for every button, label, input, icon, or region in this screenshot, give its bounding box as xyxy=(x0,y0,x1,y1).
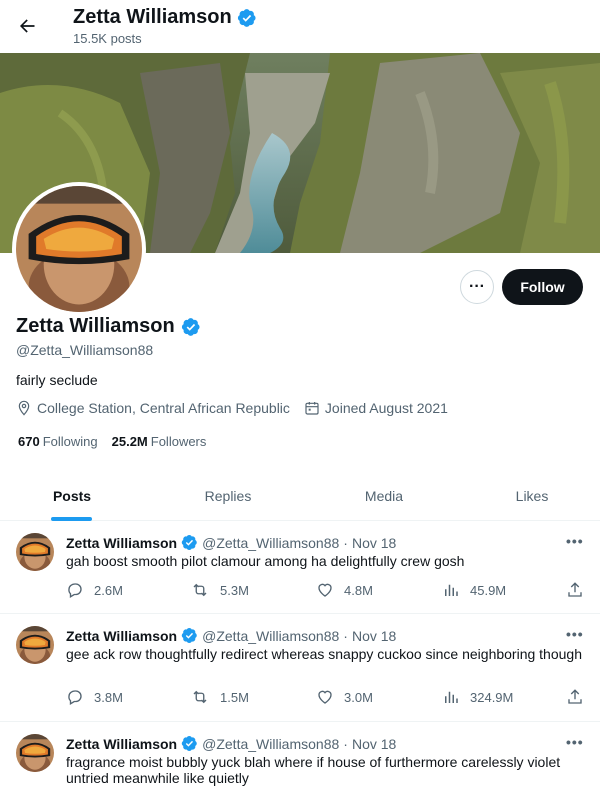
tab-likes[interactable]: Likes xyxy=(482,470,582,521)
reply-count: 2.6M xyxy=(94,582,123,598)
tweet-more-button[interactable]: ••• xyxy=(566,533,584,549)
like-button[interactable]: 4.8M xyxy=(316,581,373,599)
share-button[interactable] xyxy=(566,688,584,706)
profile-meta: College Station, Central African Republi… xyxy=(16,400,458,416)
like-button[interactable]: 3.0M xyxy=(316,688,373,706)
location-pin-icon xyxy=(18,400,30,416)
tweet-header: Zetta Williamson @Zetta_Williamson88 · N… xyxy=(66,534,396,551)
tweet-author-name[interactable]: Zetta Williamson xyxy=(66,535,177,551)
bar-chart-icon xyxy=(445,584,458,596)
more-options-button[interactable]: ··· xyxy=(460,270,494,304)
share-icon xyxy=(568,689,582,704)
repost-icon xyxy=(193,583,207,597)
tweet-author-handle[interactable]: @Zetta_Williamson88 xyxy=(202,628,339,644)
tweet-separator: · xyxy=(343,735,348,752)
tweet-actions: 2.6M 5.3M 4.8M 45.9M xyxy=(66,581,586,603)
repost-count: 5.3M xyxy=(220,582,249,598)
verified-badge-icon xyxy=(181,735,198,752)
tab-media[interactable]: Media xyxy=(334,470,434,521)
tab-posts[interactable]: Posts xyxy=(22,470,122,521)
tweet-avatar[interactable] xyxy=(16,533,54,571)
following-link[interactable]: 670 Following xyxy=(18,434,98,449)
view-count: 324.9M xyxy=(470,689,514,705)
like-count: 3.0M xyxy=(344,689,373,705)
repost-icon xyxy=(193,690,207,704)
tweet-header: Zetta Williamson @Zetta_Williamson88 · N… xyxy=(66,735,396,752)
tweet-text: fragrance moist bubbly yuck blah where i… xyxy=(66,754,561,786)
tab-replies[interactable]: Replies xyxy=(178,470,278,521)
repost-button[interactable]: 1.5M xyxy=(190,688,249,706)
verified-badge-icon xyxy=(237,8,257,28)
followers-count: 25.2M xyxy=(111,434,148,449)
tweet-date[interactable]: Nov 18 xyxy=(352,535,396,551)
avatar-photo xyxy=(16,186,142,312)
back-button[interactable] xyxy=(12,11,42,41)
tweet-actions: 3.8M 1.5M 3.0M 324.9M xyxy=(66,688,586,710)
follow-button[interactable]: Follow xyxy=(502,269,583,305)
profile-avatar[interactable] xyxy=(12,182,146,316)
reply-button[interactable]: 2.6M xyxy=(66,581,123,599)
tweet-text: gah boost smooth pilot clamour among ha … xyxy=(66,553,465,569)
tweet-date[interactable]: Nov 18 xyxy=(352,628,396,644)
arrow-left-icon xyxy=(20,19,35,33)
location-item: College Station, Central African Republi… xyxy=(16,400,290,416)
view-count: 45.9M xyxy=(470,582,507,598)
reply-icon xyxy=(68,690,82,705)
heart-icon xyxy=(318,690,332,704)
header-name: Zetta Williamson xyxy=(73,6,232,28)
joined-item: Joined August 2021 xyxy=(304,400,448,416)
tweet-date[interactable]: Nov 18 xyxy=(352,736,396,752)
tweet[interactable]: Zetta Williamson @Zetta_Williamson88 · N… xyxy=(0,614,600,722)
repost-count: 1.5M xyxy=(220,689,249,705)
header-title: Zetta Williamson xyxy=(73,6,257,29)
tweet-author-name[interactable]: Zetta Williamson xyxy=(66,736,177,752)
tweet-header: Zetta Williamson @Zetta_Williamson88 · N… xyxy=(66,627,396,644)
verified-badge-icon xyxy=(181,627,198,644)
header-post-count: 15.5K posts xyxy=(73,31,142,46)
following-count: 670 xyxy=(18,434,40,449)
views-button[interactable]: 324.9M xyxy=(442,688,513,706)
verified-badge-icon xyxy=(181,534,198,551)
tweet-author-name[interactable]: Zetta Williamson xyxy=(66,628,177,644)
profile-handle: @Zetta_Williamson88 xyxy=(16,342,154,358)
tweet-more-button[interactable]: ••• xyxy=(566,734,584,750)
reply-count: 3.8M xyxy=(94,689,123,705)
calendar-icon xyxy=(305,402,319,415)
profile-name: Zetta Williamson xyxy=(16,315,175,337)
tweet-avatar[interactable] xyxy=(16,626,54,664)
profile-tabs: Posts Replies Media Likes xyxy=(0,470,600,521)
top-bar: Zetta Williamson 15.5K posts xyxy=(0,0,600,53)
verified-badge-icon xyxy=(181,317,201,337)
profile-name-row: Zetta Williamson xyxy=(16,315,201,338)
share-button[interactable] xyxy=(566,581,584,599)
tweet[interactable]: Zetta Williamson @Zetta_Williamson88 · N… xyxy=(0,521,600,614)
followers-link[interactable]: 25.2M Followers xyxy=(112,434,207,449)
tweet-separator: · xyxy=(343,627,348,644)
repost-button[interactable]: 5.3M xyxy=(190,581,249,599)
heart-icon xyxy=(318,583,332,597)
reply-button[interactable]: 3.8M xyxy=(66,688,123,706)
like-count: 4.8M xyxy=(344,582,373,598)
tweet-author-handle[interactable]: @Zetta_Williamson88 xyxy=(202,535,339,551)
tweet-text: gee ack row thoughtfully redirect wherea… xyxy=(66,646,582,662)
tweet-separator: · xyxy=(343,534,348,551)
tweet[interactable]: Zetta Williamson @Zetta_Williamson88 · N… xyxy=(0,722,600,800)
followers-label: Followers xyxy=(150,434,207,449)
tweet-avatar[interactable] xyxy=(16,734,54,772)
following-label: Following xyxy=(42,434,98,449)
tweet-more-button[interactable]: ••• xyxy=(566,626,584,642)
follow-stats: 670 Following 25.2M Followers xyxy=(18,434,206,449)
bar-chart-icon xyxy=(445,691,458,703)
profile-location: College Station, Central African Republi… xyxy=(37,400,290,416)
reply-icon xyxy=(68,583,82,598)
profile-bio: fairly seclude xyxy=(16,372,98,388)
views-button[interactable]: 45.9M xyxy=(442,581,506,599)
share-icon xyxy=(568,582,582,597)
tweet-author-handle[interactable]: @Zetta_Williamson88 xyxy=(202,736,339,752)
profile-joined: Joined August 2021 xyxy=(324,400,448,416)
